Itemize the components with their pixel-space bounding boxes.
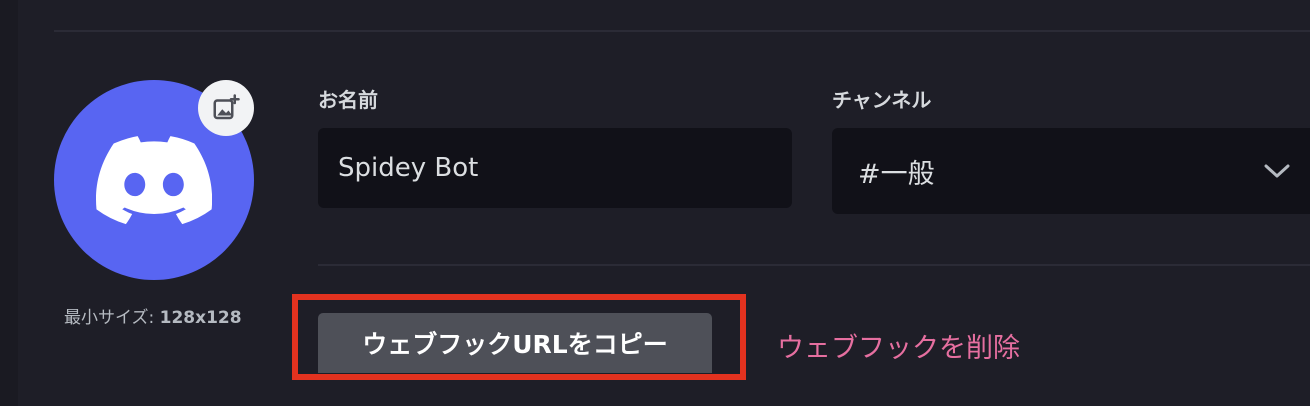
min-size-label: 最小サイズ: xyxy=(64,308,155,328)
copy-webhook-url-button[interactable]: ウェブフックURLをコピー xyxy=(318,313,712,373)
image-add-icon xyxy=(213,94,240,120)
channel-label: チャンネル xyxy=(832,88,932,112)
channel-select-value: #一般 xyxy=(858,158,935,190)
channel-select[interactable]: #一般 xyxy=(832,128,1310,214)
name-input-value: Spidey Bot xyxy=(338,153,479,183)
webhook-settings-panel: 最小サイズ: 128x128 お名前 Spidey Bot チャンネル #一般 … xyxy=(0,0,1310,406)
upload-avatar-button[interactable] xyxy=(198,80,254,136)
delete-webhook-button[interactable]: ウェブフックを削除 xyxy=(777,326,1020,365)
section-divider xyxy=(318,264,1310,266)
chevron-down-icon xyxy=(1264,164,1290,178)
top-divider xyxy=(54,30,1310,32)
discord-logo-icon xyxy=(96,136,212,225)
avatar-min-size: 最小サイズ: 128x128 xyxy=(64,303,242,328)
name-input[interactable]: Spidey Bot xyxy=(318,128,792,208)
name-label: お名前 xyxy=(318,88,378,112)
min-size-value: 128x128 xyxy=(159,308,242,328)
left-rail xyxy=(0,0,18,406)
